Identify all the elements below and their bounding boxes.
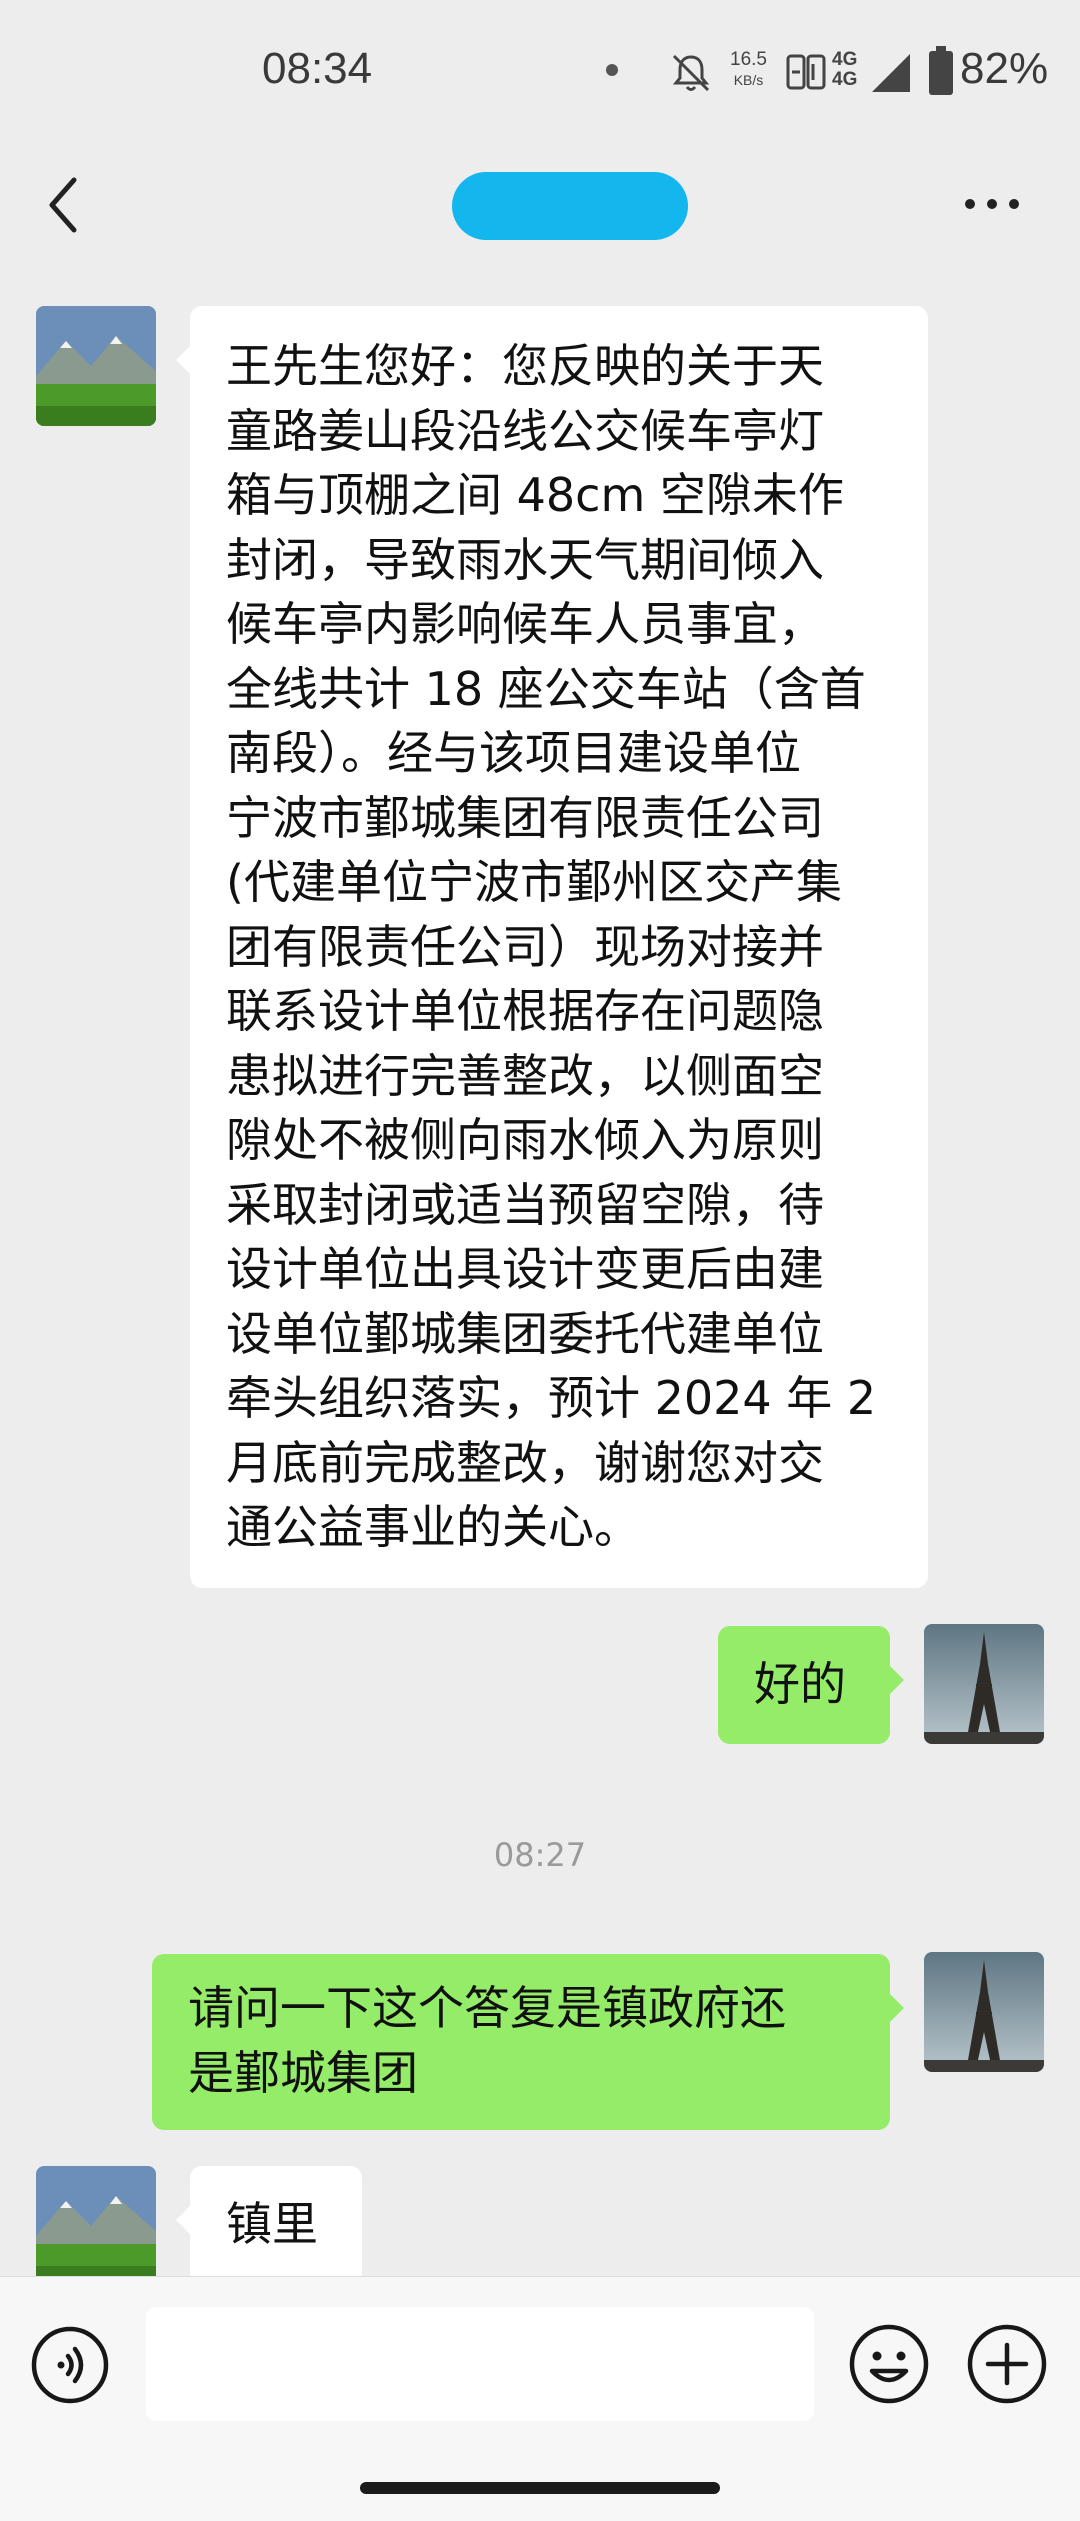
plus-icon[interactable]	[966, 2323, 1048, 2405]
message-line: 隙处不被侧向雨水倾入为原则	[226, 1113, 824, 1167]
more-dots-icon[interactable]	[962, 194, 1022, 214]
battery-icon	[929, 46, 953, 95]
notification-dot-icon	[606, 64, 618, 76]
contact-avatar[interactable]	[36, 306, 156, 426]
message-line: (代建单位宁波市鄞州区交产集	[226, 855, 842, 909]
network-type: 4G 4G	[832, 50, 857, 90]
chat-timestamp: 08:27	[493, 1836, 587, 1874]
contact-avatar[interactable]	[36, 2166, 156, 2286]
message-line: 团有限责任公司）现场对接并	[226, 919, 824, 974]
message-text: 请问一下这个答复是镇政府还 是鄞城集团	[188, 1976, 868, 2105]
message-line: 全线共计 18 座公交车站（含首	[226, 661, 866, 716]
message-line: 联系设计单位根据存在问题隐	[226, 984, 824, 1038]
message-line: 患拟进行完善整改，以侧面空	[226, 1048, 824, 1103]
network-speed: 16.5 KB/s	[730, 50, 767, 90]
status-bar: 08:34 16.5 KB/s 4G 4G 82%	[0, 0, 1080, 150]
message-line: 是鄞城集团	[188, 2045, 418, 2100]
hd-icon	[786, 54, 826, 90]
signal-icon	[872, 54, 910, 92]
message-text: 王先生您好：您反映的关于天 童路姜山段沿线公交候车亭灯 箱与顶棚之间 48cm …	[226, 334, 906, 1560]
battery-percent: 82%	[960, 44, 1049, 93]
my-avatar[interactable]	[924, 1624, 1044, 1744]
eiffel-tower-icon	[924, 1952, 1044, 2072]
mountain-landscape-icon	[36, 2166, 156, 2286]
message-line: 童路姜山段沿线公交候车亭灯	[226, 403, 824, 458]
message-input[interactable]	[146, 2307, 814, 2421]
speed-unit: KB/s	[733, 72, 764, 88]
message-line: 南段）。经与该项目建设单位	[226, 726, 801, 780]
message-line: 通公益事业的关心。	[226, 1500, 640, 1554]
eiffel-tower-icon	[924, 1624, 1044, 1744]
message-bubble-outgoing[interactable]: 请问一下这个答复是镇政府还 是鄞城集团	[152, 1954, 904, 2130]
message-line: 设单位鄞城集团委托代建单位	[226, 1306, 824, 1361]
message-line: 牵头组织落实，预计 2024 年 2	[226, 1371, 877, 1425]
status-time: 08:34	[262, 44, 373, 93]
message-text: 好的	[754, 1657, 846, 1711]
message-bubble-incoming[interactable]: 镇里	[176, 2166, 362, 2284]
message-bubble-incoming[interactable]: 王先生您好：您反映的关于天 童路姜山段沿线公交候车亭灯 箱与顶棚之间 48cm …	[176, 306, 928, 1588]
network-type-bottom: 4G	[832, 69, 858, 90]
message-bubble-outgoing[interactable]: 好的	[718, 1626, 904, 1744]
my-avatar[interactable]	[924, 1952, 1044, 2072]
emoji-icon[interactable]	[848, 2323, 930, 2405]
message-line: 采取封闭或适当预留空隙，待	[226, 1177, 824, 1232]
message-line: 月底前完成整改，谢谢您对交	[226, 1435, 824, 1490]
message-line: 设计单位出具设计变更后由建	[226, 1242, 824, 1296]
mountain-landscape-icon	[36, 306, 156, 426]
message-line: 箱与顶棚之间 48cm 空隙未作	[226, 468, 844, 522]
message-text: 镇里	[226, 2197, 318, 2251]
network-type-top: 4G	[832, 49, 858, 70]
message-line: 请问一下这个答复是镇政府还	[188, 1981, 786, 2035]
message-line: 候车亭内影响候车人员事宜，	[226, 597, 824, 651]
chevron-left-icon[interactable]	[40, 170, 90, 240]
home-indicator[interactable]	[360, 2482, 720, 2494]
chat-header	[0, 150, 1080, 266]
redacted-chat-title	[452, 172, 688, 240]
bell-off-icon	[672, 54, 710, 92]
message-line: 王先生您好：您反映的关于天	[226, 339, 824, 393]
message-line: 宁波市鄞城集团有限责任公司	[226, 790, 824, 845]
message-line: 封闭，导致雨水天气期间倾入	[226, 532, 824, 587]
speed-value: 16.5	[730, 49, 767, 70]
voice-icon[interactable]	[30, 2325, 110, 2405]
